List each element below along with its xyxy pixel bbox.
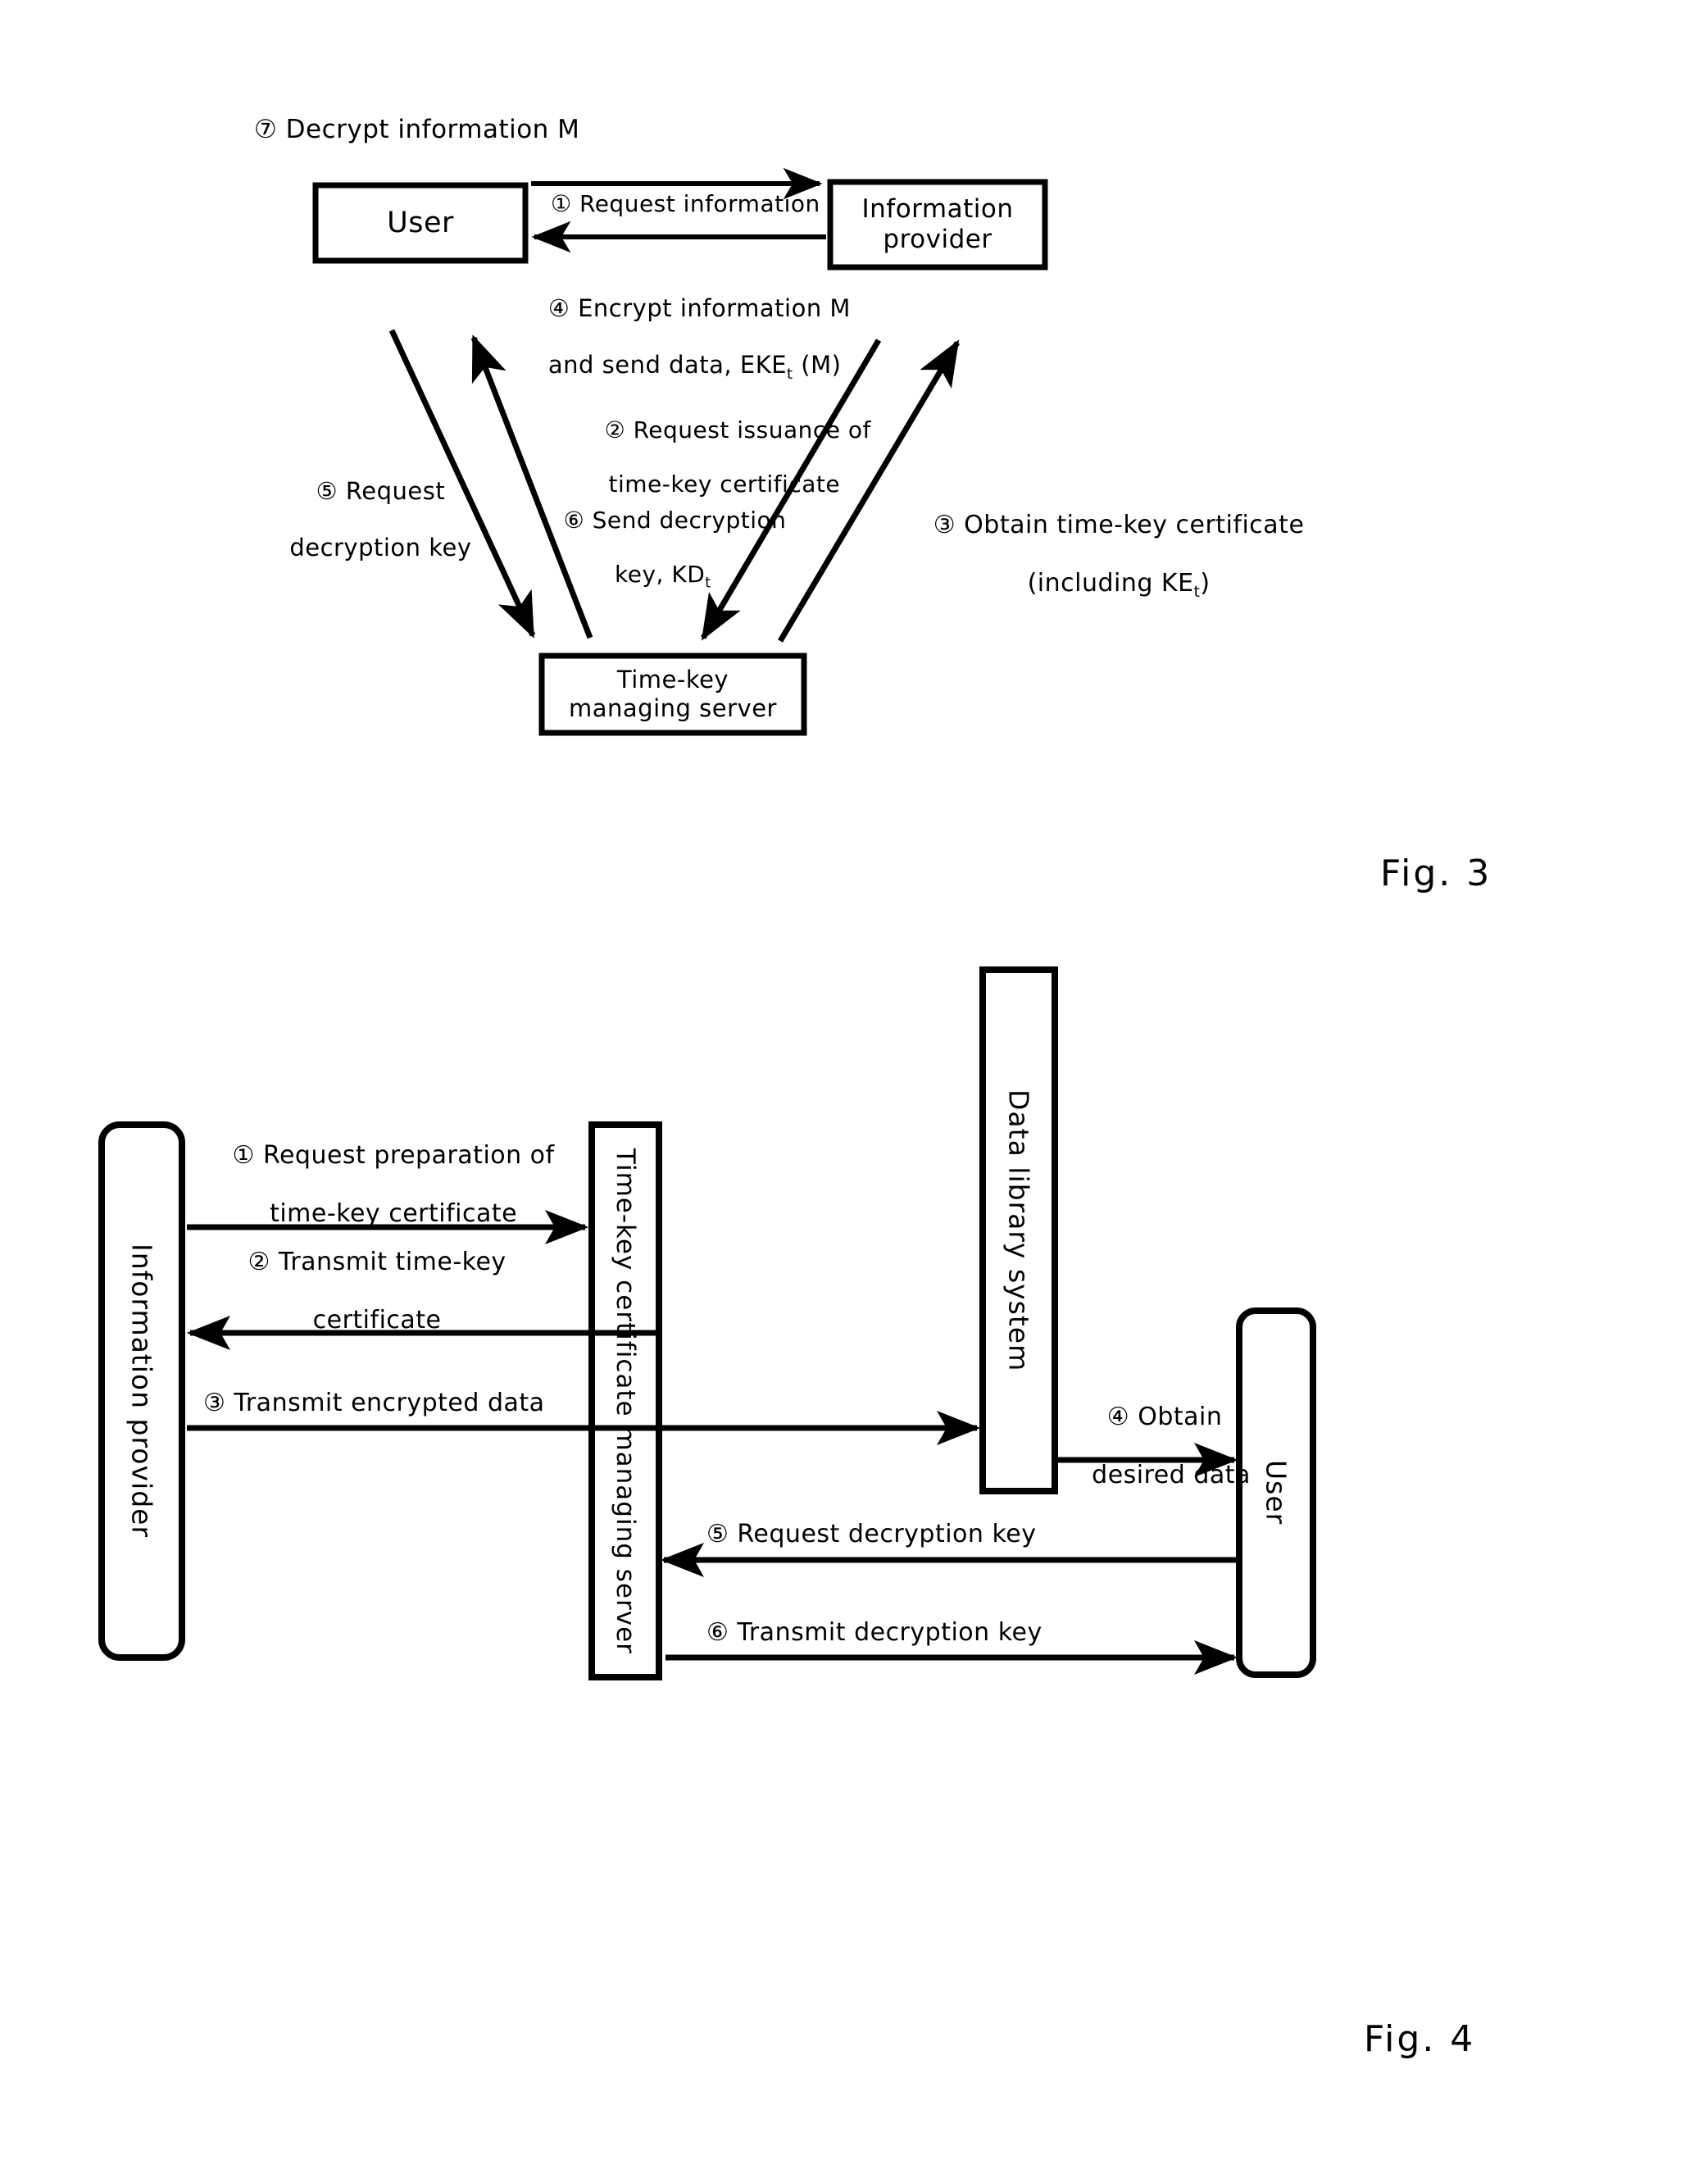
- fig3-arrow-6-subscript: t: [705, 575, 711, 592]
- fig3-arrow-4-subscript: t: [787, 365, 793, 383]
- fig3-arrow-5-line1: ⑤ Request: [316, 477, 446, 506]
- fig3-arrow-2-line1: ② Request issuance of: [604, 416, 871, 444]
- fig3-arrow-6-label: ⑥ Send decryption key, KDt: [533, 480, 786, 619]
- fig4-user-label: User: [1260, 1460, 1292, 1526]
- fig3-arrow-3-line2-pre: (including KE: [1027, 569, 1194, 598]
- fig4-caption: Fig. 4: [1364, 2018, 1476, 2060]
- fig4-library-label: Data library system: [1002, 1089, 1035, 1372]
- fig3-server-label-line1: Time-key: [616, 666, 729, 694]
- fig4-arrow-4-line2: desired data: [1092, 1461, 1251, 1490]
- fig3-user-label: User: [387, 207, 454, 239]
- fig3-arrow-5-line2: decryption key: [289, 533, 472, 562]
- fig4-arrow-1-line1: ① Request preparation of: [232, 1141, 555, 1171]
- fig4-arrow-4-label: ④ Obtain desired data: [1059, 1374, 1250, 1519]
- fig3-server-label: Time-key managing server: [542, 656, 804, 733]
- fig3-note-7: ⑦ Decrypt information M: [254, 115, 580, 144]
- fig4-arrow-6-label: ⑥ Transmit decryption key: [706, 1618, 1043, 1647]
- fig4-arrow-2-line1: ② Transmit time-key: [248, 1248, 506, 1277]
- figure-vector-layer: [98, 167, 1316, 1680]
- fig4-arrow-2-label: ② Transmit time-key certificate: [197, 1219, 525, 1364]
- fig3-provider-label-line1: Information: [861, 193, 1014, 224]
- fig3-provider-label-line2: provider: [883, 225, 993, 254]
- fig3-arrow-3-line1: ③ Obtain time-key certificate: [933, 511, 1305, 540]
- fig3-arrow-5-label: ⑤ Request decryption key: [246, 449, 484, 589]
- fig3-arrow-4-line2-tail: (M): [793, 350, 842, 379]
- fig3-caption: Fig. 3: [1380, 853, 1492, 894]
- patent-figure-sheet: ⑦ Decrypt information M User Information…: [0, 0, 1708, 2160]
- fig3-arrow-3-line2-post: ): [1200, 569, 1211, 598]
- fig4-arrow-5-label: ⑤ Request decryption key: [706, 1520, 1037, 1548]
- fig4-arrow-4-line1: ④ Obtain: [1106, 1403, 1223, 1432]
- fig4-provider-label: Information provider: [125, 1244, 158, 1539]
- fig4-server-label: Time-key certificate managing server: [611, 1148, 640, 1654]
- fig3-arrow-4-line2: and send data, EKE: [547, 350, 788, 379]
- fig4-arrow-3-label: ③ Transmit encrypted data: [203, 1389, 545, 1417]
- fig4-arrow-2-line2: certificate: [312, 1306, 442, 1335]
- fig3-arrow-1-label: ① Request information: [551, 190, 820, 217]
- fig3-arrow-6-line1: ⑥ Send decryption: [563, 507, 787, 534]
- fig3-arrow-4-line1: ④ Encrypt information M: [547, 294, 851, 323]
- fig3-arrow-6-line2: key, KD: [615, 561, 706, 589]
- fig3-server-label-line2: managing server: [569, 694, 777, 722]
- fig3-arrow-3-label: ③ Obtain time-key certificate (including…: [889, 482, 1315, 631]
- fig3-provider-label: Information provider: [830, 182, 1045, 267]
